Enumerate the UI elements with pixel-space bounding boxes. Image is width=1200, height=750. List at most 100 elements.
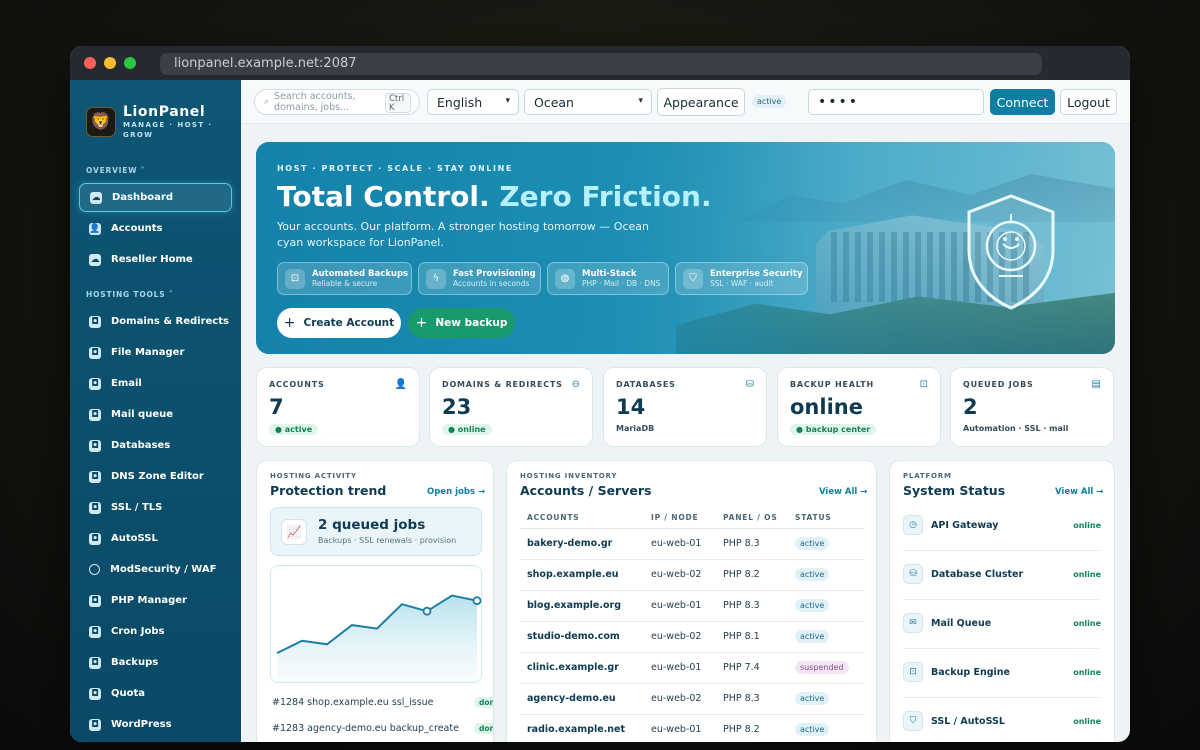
feature-title: Multi-Stack: [582, 268, 637, 279]
sidebar-item-file-manager[interactable]: ◘ File Manager: [79, 338, 232, 367]
service-row-backup-engine[interactable]: ⊡ Backup Engine online: [903, 649, 1101, 698]
service-row-ssl-autossl[interactable]: ⛉ SSL / AutoSSL online: [903, 698, 1101, 742]
theme-select[interactable]: Ocean ▾: [524, 89, 652, 115]
lion-icon: 🦁: [86, 107, 116, 137]
status-badge: ● online: [442, 424, 492, 435]
backup-icon: ⊡: [285, 268, 305, 289]
trend-point[interactable]: [422, 606, 432, 616]
appearance-button[interactable]: Appearance: [657, 88, 745, 116]
service-row-mail-queue[interactable]: ✉ Mail Queue online: [903, 600, 1101, 649]
job-row[interactable]: #1283 agency-demo.eu backup_create done: [272, 723, 493, 734]
password-field[interactable]: ••••: [808, 89, 984, 115]
sidebar-item-autossl[interactable]: ◘ AutoSSL: [79, 524, 232, 553]
sidebar-item-wordpress[interactable]: ◘ WordPress: [79, 710, 232, 739]
feature-multi-stack[interactable]: ◍ Multi-Stack PHP · Mail · DB · DNS: [547, 262, 669, 295]
stat-card-backup-health[interactable]: BACKUP HEALTH ⊡ online ● backup center: [777, 367, 941, 447]
node-cell: eu-web-01: [644, 528, 716, 560]
maximize-window-button[interactable]: [124, 57, 136, 69]
job-row[interactable]: #1284 shop.example.eu ssl_issue done: [272, 697, 493, 708]
hosting-activity-card: HOSTING ACTIVITY Protection trend Open j…: [256, 460, 494, 742]
node-cell: eu-web-01: [644, 652, 716, 684]
service-row-database-cluster[interactable]: ⛁ Database Cluster online: [903, 551, 1101, 600]
sidebar-item-email[interactable]: ◘ Email: [79, 369, 232, 398]
create-account-button[interactable]: + Create Account: [277, 308, 401, 338]
table-row[interactable]: studio-demo.com eu-web-02 PHP 8.1 active: [520, 621, 864, 653]
account-domain[interactable]: studio-demo.com: [520, 621, 644, 653]
plus-icon: +: [415, 315, 428, 331]
feature-enterprise-security[interactable]: ⛉ Enterprise Security SSL · WAF · audit: [675, 262, 808, 295]
trend-point[interactable]: [472, 596, 482, 606]
overview-section-label[interactable]: OVERVIEW ˅: [86, 166, 145, 175]
stat-label: DOMAINS & REDIRECTS: [442, 380, 563, 389]
new-backup-button[interactable]: + New backup: [408, 308, 515, 338]
stat-card-databases[interactable]: DATABASES ⛁ 14 MariaDB: [603, 367, 767, 447]
table-row[interactable]: radio.example.net eu-web-01 PHP 8.2 active: [520, 714, 864, 742]
stat-card-accounts[interactable]: ACCOUNTS 👤 7 ● active: [256, 367, 420, 447]
column-header[interactable]: STATUS: [788, 508, 864, 529]
tool-icon: ◘: [89, 501, 101, 514]
account-domain[interactable]: clinic.example.gr: [520, 652, 644, 684]
account-domain[interactable]: radio.example.net: [520, 714, 644, 742]
column-header[interactable]: IP / NODE: [644, 508, 716, 529]
service-row-api-gateway[interactable]: ◷ API Gateway online: [903, 502, 1101, 551]
account-domain[interactable]: blog.example.org: [520, 590, 644, 622]
sidebar-item-domains[interactable]: ◘ Domains & Redirects: [79, 307, 232, 336]
queued-jobs-summary[interactable]: 📈 2 queued jobs Backups · SSL renewals ·…: [270, 507, 482, 556]
node-cell: eu-web-02: [644, 621, 716, 653]
sidebar-item-reseller-home[interactable]: ☁ Reseller Home: [79, 245, 232, 274]
stat-card-domains[interactable]: DOMAINS & REDIRECTS ⊖ 23 ● online: [429, 367, 593, 447]
sidebar-item-modsecurity[interactable]: ModSecurity / WAF: [79, 555, 232, 584]
feature-title: Automated Backups: [312, 268, 409, 279]
column-header[interactable]: ACCOUNTS: [520, 508, 644, 529]
logout-button[interactable]: Logout: [1060, 89, 1117, 115]
address-bar[interactable]: lionpanel.example.net:2087: [160, 53, 1042, 75]
sidebar-item-mail-queue[interactable]: ◘ Mail queue: [79, 400, 232, 429]
minimize-window-button[interactable]: [104, 57, 116, 69]
account-domain[interactable]: bakery-demo.gr: [520, 528, 644, 560]
table-row[interactable]: shop.example.eu eu-web-02 PHP 8.2 active: [520, 559, 864, 591]
feature-automated-backups[interactable]: ⊡ Automated Backups Reliable & secure: [277, 262, 412, 295]
tool-icon: ◘: [89, 315, 101, 328]
open-jobs-link[interactable]: Open jobs →: [427, 487, 485, 497]
hosting-tools-section-label[interactable]: HOSTING TOOLS ˅: [86, 290, 173, 299]
sidebar-item-ssl-tls[interactable]: ◘ SSL / TLS: [79, 493, 232, 522]
table-row[interactable]: bakery-demo.gr eu-web-01 PHP 8.3 active: [520, 528, 864, 560]
sidebar-item-accounts[interactable]: 👤 Accounts: [79, 214, 232, 243]
sidebar-item-cron-jobs[interactable]: ◘ Cron Jobs: [79, 617, 232, 646]
job-status-badge: done: [474, 723, 493, 734]
close-window-button[interactable]: [84, 57, 96, 69]
language-select[interactable]: English ▾: [427, 89, 519, 115]
job-id: #1284: [272, 697, 305, 708]
table-row[interactable]: clinic.example.gr eu-web-01 PHP 7.4 suspend…: [520, 652, 864, 684]
sidebar-item-quota[interactable]: ◘ Quota: [79, 679, 232, 708]
table-row[interactable]: blog.example.org eu-web-01 PHP 8.3 active: [520, 590, 864, 622]
stat-card-queued-jobs[interactable]: QUEUED JOBS ▤ 2 Automation · SSL · mail: [950, 367, 1114, 447]
stat-subtitle: Automation · SSL · mail: [963, 424, 1069, 433]
account-domain[interactable]: agency-demo.eu: [520, 683, 644, 715]
sidebar-item-databases[interactable]: ◘ Databases: [79, 431, 232, 460]
job-domain: shop.example.eu: [307, 697, 389, 708]
new-backup-label: New backup: [435, 317, 508, 329]
sidebar-item-php-manager[interactable]: ◘ PHP Manager: [79, 586, 232, 615]
table-row[interactable]: agency-demo.eu eu-web-02 PHP 8.3 active: [520, 683, 864, 715]
view-all-accounts-link[interactable]: View All →: [819, 487, 867, 497]
view-all-services-link[interactable]: View All →: [1055, 487, 1103, 497]
feature-fast-provisioning[interactable]: ϟ Fast Provisioning Accounts in seconds: [418, 262, 541, 295]
column-header[interactable]: PANEL / OS: [716, 508, 788, 529]
search-icon: ⌕: [264, 97, 270, 107]
stat-label: QUEUED JOBS: [963, 380, 1034, 389]
connect-button[interactable]: Connect: [990, 89, 1055, 115]
backup-icon: ⊡: [919, 379, 928, 390]
hero-kicker: HOST · PROTECT · SCALE · STAY ONLINE: [277, 164, 513, 173]
table-header-row: ACCOUNTS IP / NODE PANEL / OS STATUS: [520, 508, 864, 529]
feature-subtitle: PHP · Mail · DB · DNS: [582, 278, 661, 288]
shield-icon: ⛉: [903, 711, 923, 731]
sidebar-item-dns-zone-editor[interactable]: ◘ DNS Zone Editor: [79, 462, 232, 491]
shield-icon: [89, 564, 100, 575]
sidebar-item-backups[interactable]: ◘ Backups: [79, 648, 232, 677]
sidebar-item-label: DNS Zone Editor: [111, 471, 204, 482]
account-domain[interactable]: shop.example.eu: [520, 559, 644, 591]
brand[interactable]: 🦁 LionPanel MANAGE · HOST · GROW: [86, 104, 219, 140]
search-input[interactable]: ⌕ Search accounts, domains, jobs... Ctrl…: [254, 89, 420, 115]
sidebar-item-dashboard[interactable]: ☁ Dashboard: [79, 183, 232, 212]
